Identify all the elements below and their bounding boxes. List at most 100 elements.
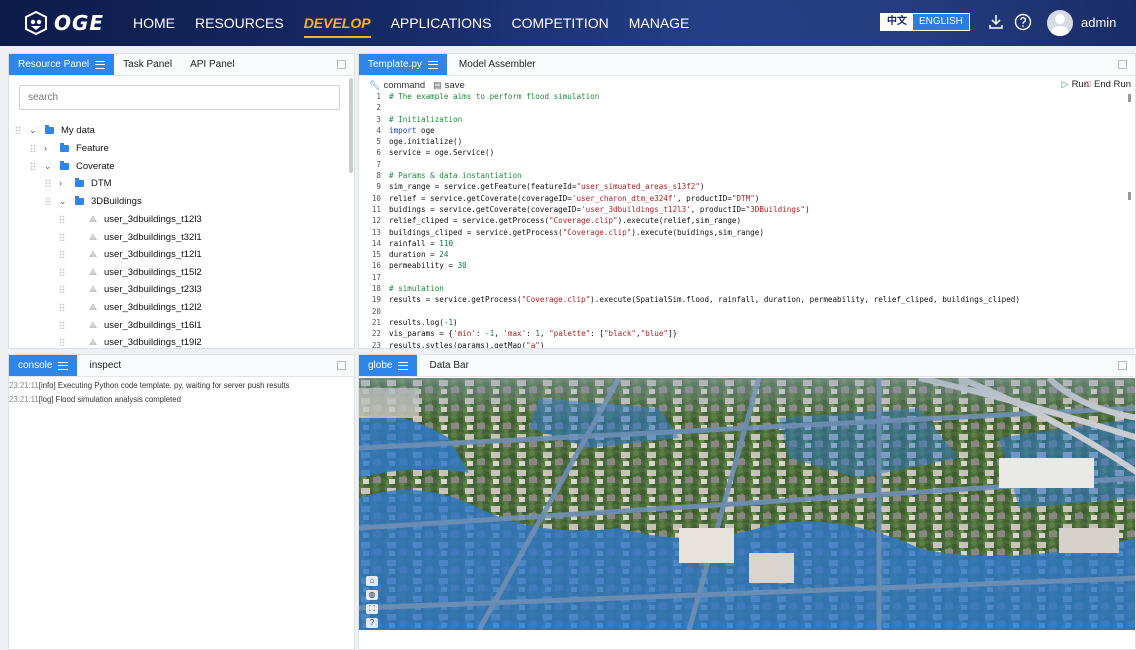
fullscreen-icon[interactable]: ⛶ bbox=[366, 604, 378, 614]
maximize-icon[interactable] bbox=[1118, 60, 1127, 69]
tree-leaf-dataset[interactable]: ⟁ user_3dbuildings_t12l2 bbox=[59, 299, 202, 315]
home-icon[interactable]: ⌂ bbox=[366, 576, 378, 586]
tree-node-feature[interactable]: › Feature bbox=[30, 140, 109, 156]
globe-mode-icon[interactable]: ◍ bbox=[366, 590, 378, 600]
drag-handle-icon[interactable] bbox=[59, 303, 65, 311]
console-tabbar: console inspect bbox=[9, 355, 354, 377]
tree-leaf-dataset[interactable]: ⟁ user_3dbuildings_t12l3 bbox=[59, 211, 202, 227]
code-line: 3 # Initialization bbox=[376, 114, 463, 124]
tree-label: user_3dbuildings_t32l1 bbox=[104, 231, 202, 243]
drag-handle-icon[interactable] bbox=[59, 233, 65, 241]
code-line: 2 bbox=[376, 103, 381, 113]
tree-node-3dbuildings[interactable]: ⌄ 3DBuildings bbox=[45, 193, 142, 209]
drag-handle-icon[interactable] bbox=[30, 162, 36, 170]
tab-template-py[interactable]: Template.py bbox=[359, 54, 447, 75]
drag-handle-icon[interactable] bbox=[45, 197, 51, 205]
help-icon[interactable]: ? bbox=[366, 618, 378, 628]
tab-model-assembler[interactable]: Model Assembler bbox=[447, 54, 545, 75]
save-button[interactable]: ▤ save bbox=[433, 80, 465, 91]
dataset-icon: ⟁ bbox=[89, 213, 98, 224]
tree-leaf-dataset[interactable]: ⟁ user_3dbuildings_t32l1 bbox=[59, 229, 202, 245]
tab-inspect[interactable]: inspect bbox=[77, 355, 130, 376]
nav-manage[interactable]: MANAGE bbox=[629, 15, 690, 31]
lang-english-button[interactable]: ENGLISH bbox=[913, 14, 969, 30]
tab-label: Data Bar bbox=[429, 360, 469, 371]
tab-resource-panel[interactable]: Resource Panel bbox=[9, 54, 115, 75]
username[interactable]: admin bbox=[1081, 15, 1116, 30]
drag-handle-icon[interactable] bbox=[59, 250, 65, 258]
tab-label: Template.py bbox=[368, 59, 422, 70]
code-area[interactable]: 1 # The example aims to perform flood sim… bbox=[359, 91, 1135, 349]
chevron-right-icon[interactable]: › bbox=[59, 179, 67, 188]
code-line: 23 results.svtles(params).getMap("a") bbox=[371, 340, 545, 349]
tab-data-bar[interactable]: Data Bar bbox=[417, 355, 477, 376]
console-line: 23:21:11[info] Executing Python code tem… bbox=[9, 379, 354, 393]
chevron-down-icon[interactable]: ⌄ bbox=[59, 197, 67, 206]
download-icon[interactable] bbox=[987, 13, 1005, 31]
drag-handle-icon[interactable] bbox=[59, 338, 65, 346]
tree-leaf-dataset[interactable]: ⟁ user_3dbuildings_t16l1 bbox=[59, 317, 202, 333]
editor-tabbar: Template.py Model Assembler bbox=[359, 54, 1135, 76]
editor-scroll-marker[interactable] bbox=[1128, 94, 1131, 102]
nav-develop[interactable]: DEVELOP bbox=[303, 15, 371, 38]
flood-map-image bbox=[359, 378, 1135, 630]
tab-console[interactable]: console bbox=[9, 355, 78, 376]
tree-leaf-dataset[interactable]: ⟁ user_3dbuildings_t12l1 bbox=[59, 246, 202, 262]
nav-applications[interactable]: APPLICATIONS bbox=[391, 15, 492, 31]
tree-node-dtm[interactable]: › DTM bbox=[45, 175, 112, 191]
tree-leaf-dataset[interactable]: ⟁ user_3dbuildings_t19l2 bbox=[59, 334, 202, 348]
dataset-icon: ⟁ bbox=[89, 301, 98, 312]
tab-globe[interactable]: globe bbox=[359, 355, 418, 376]
chevron-down-icon[interactable]: ⌄ bbox=[29, 126, 37, 135]
dataset-icon: ⟁ bbox=[89, 319, 98, 330]
tree-node-my-data[interactable]: ⌄ My data bbox=[15, 122, 95, 138]
code-line: 4 import oge bbox=[376, 125, 435, 135]
search-input[interactable] bbox=[19, 85, 340, 110]
code-line: 8 # Params & data instantiation bbox=[376, 171, 522, 181]
drag-handle-icon[interactable] bbox=[15, 126, 21, 134]
maximize-icon[interactable] bbox=[337, 361, 346, 370]
drag-handle-icon[interactable] bbox=[59, 285, 65, 293]
help-icon[interactable] bbox=[1014, 13, 1032, 31]
globe-viewport[interactable]: ⌂ ◍ ⛶ ? bbox=[359, 378, 1135, 630]
chevron-right-icon[interactable]: › bbox=[44, 144, 52, 153]
menu-icon[interactable] bbox=[398, 361, 409, 370]
logo[interactable]: OGE bbox=[24, 11, 110, 35]
editor-scroll-marker[interactable] bbox=[1128, 192, 1131, 200]
drag-handle-icon[interactable] bbox=[45, 179, 51, 187]
save-icon: ▤ bbox=[433, 79, 442, 90]
drag-handle-icon[interactable] bbox=[59, 268, 65, 276]
chevron-down-icon[interactable]: ⌄ bbox=[44, 162, 52, 171]
command-button[interactable]: 🔧︎ command bbox=[369, 80, 425, 91]
lang-chinese-button[interactable]: 中文 bbox=[881, 14, 913, 30]
menu-icon[interactable] bbox=[58, 361, 69, 370]
drag-handle-icon[interactable] bbox=[59, 321, 65, 329]
avatar[interactable] bbox=[1047, 10, 1073, 36]
tree-label: Coverate bbox=[76, 160, 115, 172]
drag-handle-icon[interactable] bbox=[30, 144, 36, 152]
menu-icon[interactable] bbox=[95, 60, 106, 69]
code-line: 13 buildings_cliped = service.getProcess(… bbox=[371, 227, 764, 237]
menu-icon[interactable] bbox=[427, 60, 438, 69]
tree-leaf-dataset[interactable]: ⟁ user_3dbuildings_t15l2 bbox=[59, 264, 202, 280]
drag-handle-icon[interactable] bbox=[59, 215, 65, 223]
tree-label: user_3dbuildings_t16l1 bbox=[104, 319, 202, 331]
tab-task-panel[interactable]: Task Panel bbox=[114, 54, 181, 75]
wrench-icon: 🔧︎ bbox=[369, 79, 381, 90]
nav-home[interactable]: HOME bbox=[133, 15, 175, 31]
tree-node-coverate[interactable]: ⌄ Coverate bbox=[30, 158, 115, 174]
console-time: 23:21:11 bbox=[9, 381, 39, 390]
dataset-icon: ⟁ bbox=[89, 336, 98, 347]
nav-resources[interactable]: RESOURCES bbox=[195, 15, 284, 31]
maximize-icon[interactable] bbox=[337, 60, 346, 69]
end-run-button[interactable]: End Run bbox=[1086, 79, 1131, 90]
code-line: 19 results = service.getProcess("Coverage… bbox=[371, 295, 1020, 305]
tab-label: Resource Panel bbox=[18, 59, 90, 70]
tree-leaf-dataset[interactable]: ⟁ user_3dbuildings_t23l3 bbox=[59, 281, 202, 297]
maximize-icon[interactable] bbox=[1118, 361, 1127, 370]
dataset-icon: ⟁ bbox=[89, 231, 98, 242]
tab-api-panel[interactable]: API Panel bbox=[181, 54, 243, 75]
nav-competition[interactable]: COMPETITION bbox=[511, 15, 608, 31]
tab-label: API Panel bbox=[190, 59, 235, 70]
vertical-scrollbar[interactable] bbox=[349, 78, 353, 173]
